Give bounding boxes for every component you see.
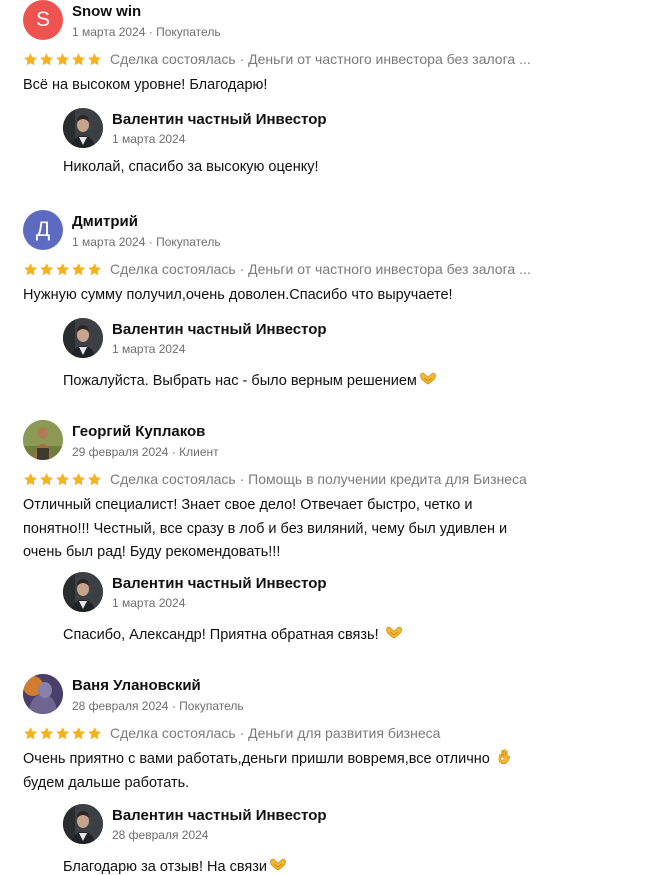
rating-stars	[23, 262, 102, 277]
star-icon	[87, 52, 102, 67]
star-icon	[71, 472, 86, 487]
star-icon	[23, 472, 38, 487]
star-icon	[55, 262, 70, 277]
person-photo-icon	[23, 674, 63, 714]
star-icon	[39, 262, 54, 277]
review-text: Отличный специалист! Знает свое дело! От…	[23, 494, 563, 565]
star-icon	[71, 726, 86, 741]
avatar[interactable]	[23, 674, 63, 714]
heart-hands-emoji-icon	[419, 369, 437, 387]
star-icon	[71, 262, 86, 277]
avatar[interactable]: Д	[23, 210, 63, 250]
review-role: Покупатель	[179, 699, 244, 713]
review-text-line: очень был рад! Буду рекомендовать!!!	[23, 544, 281, 560]
reply-text: Благодарю за отзыв! На связи	[63, 859, 267, 875]
ok-hand-emoji-icon	[496, 748, 513, 765]
avatar[interactable]: S	[23, 0, 63, 40]
person-photo-icon	[63, 804, 103, 844]
person-photo-icon	[63, 318, 103, 358]
star-icon	[55, 472, 70, 487]
star-icon	[87, 726, 102, 741]
reply-date: 1 марта 2024	[112, 596, 186, 610]
person-photo-icon	[23, 420, 63, 460]
rating-stars	[23, 726, 102, 741]
heart-hands-emoji-icon	[385, 623, 403, 641]
person-photo-icon	[63, 572, 103, 612]
review-date: 1 марта 2024	[72, 235, 146, 249]
star-icon	[87, 262, 102, 277]
avatar-initial: Д	[35, 218, 51, 241]
meta-separator: ·	[148, 235, 157, 249]
review-role: Покупатель	[156, 25, 221, 39]
reply-author[interactable]: Валентин частный Инвестор	[112, 575, 327, 592]
heart-hands-emoji-icon	[269, 855, 287, 873]
review-text: Всё на высоком уровне! Благодарю!	[23, 77, 268, 93]
star-icon	[23, 726, 38, 741]
deal-status: Сделка состоялась · Деньги от частного и…	[110, 261, 531, 277]
review-meta: 1 марта 2024 · Покупатель	[72, 235, 221, 249]
review-meta: 29 февраля 2024 · Клиент	[72, 445, 219, 459]
star-icon	[87, 472, 102, 487]
star-icon	[55, 52, 70, 67]
review-text-line-content: Очень приятно с вами работать,деньги при…	[23, 751, 490, 767]
review-text-line: будем дальше работать.	[23, 774, 190, 791]
review-text: Нужную сумму получил,очень доволен.Спаси…	[23, 287, 453, 303]
rating-stars	[23, 52, 102, 67]
reply-author[interactable]: Валентин частный Инвестор	[112, 321, 327, 338]
reply-date: 1 марта 2024	[112, 342, 186, 356]
review-date: 28 февраля 2024	[72, 699, 169, 713]
star-icon	[39, 726, 54, 741]
rating-stars	[23, 472, 102, 487]
reply-date: 1 марта 2024	[112, 132, 186, 146]
reply-date: 28 февраля 2024	[112, 828, 209, 842]
deal-status: Сделка состоялась · Помощь в получении к…	[110, 471, 527, 487]
person-photo-icon	[63, 108, 103, 148]
review-author[interactable]: Дмитрий	[72, 213, 138, 230]
review-author[interactable]: Ваня Улановский	[72, 677, 201, 694]
reply-text: Николай, спасибо за высокую оценку!	[63, 159, 319, 175]
star-icon	[55, 726, 70, 741]
avatar[interactable]	[23, 420, 63, 460]
star-icon	[39, 52, 54, 67]
star-icon	[23, 262, 38, 277]
review-meta: 28 февраля 2024 · Покупатель	[72, 699, 244, 713]
deal-status: Сделка состоялась · Деньги для развития …	[110, 725, 441, 741]
review-text: Очень приятно с вами работать,деньги при…	[23, 748, 563, 795]
reply-text-container: Пожалуйста. Выбрать нас - было верным ре…	[63, 369, 437, 389]
star-icon	[39, 472, 54, 487]
review-text-line: понятно!!! Честный, все сразу в лоб и бе…	[23, 520, 508, 537]
review-date: 29 февраля 2024	[72, 445, 169, 459]
reply-text: Спасибо, Александр! Приятна обратная свя…	[63, 627, 379, 643]
reply-avatar	[63, 318, 103, 358]
deal-status: Сделка состоялась · Деньги от частного и…	[110, 51, 531, 67]
review-date: 1 марта 2024	[72, 25, 146, 39]
review-role: Покупатель	[156, 235, 221, 249]
meta-separator: ·	[148, 25, 157, 39]
reply-avatar	[63, 572, 103, 612]
review-author[interactable]: Snow win	[72, 3, 141, 20]
reply-text-container: Благодарю за отзыв! На связи	[63, 855, 287, 875]
reply-author[interactable]: Валентин частный Инвестор	[112, 111, 327, 128]
reply-text-container: Спасибо, Александр! Приятна обратная свя…	[63, 623, 403, 643]
star-icon	[23, 52, 38, 67]
star-icon	[71, 52, 86, 67]
review-meta: 1 марта 2024 · Покупатель	[72, 25, 221, 39]
reply-author[interactable]: Валентин частный Инвестор	[112, 807, 327, 824]
review-text-line: Очень приятно с вами работать,деньги при…	[23, 748, 563, 772]
reply-avatar	[63, 804, 103, 844]
reply-text: Пожалуйста. Выбрать нас - было верным ре…	[63, 373, 417, 389]
review-text-line: Отличный специалист! Знает свое дело! От…	[23, 497, 473, 513]
avatar-initial: S	[35, 8, 50, 31]
review-role: Клиент	[179, 445, 219, 459]
review-author[interactable]: Георгий Куплаков	[72, 423, 205, 440]
reply-avatar	[63, 108, 103, 148]
